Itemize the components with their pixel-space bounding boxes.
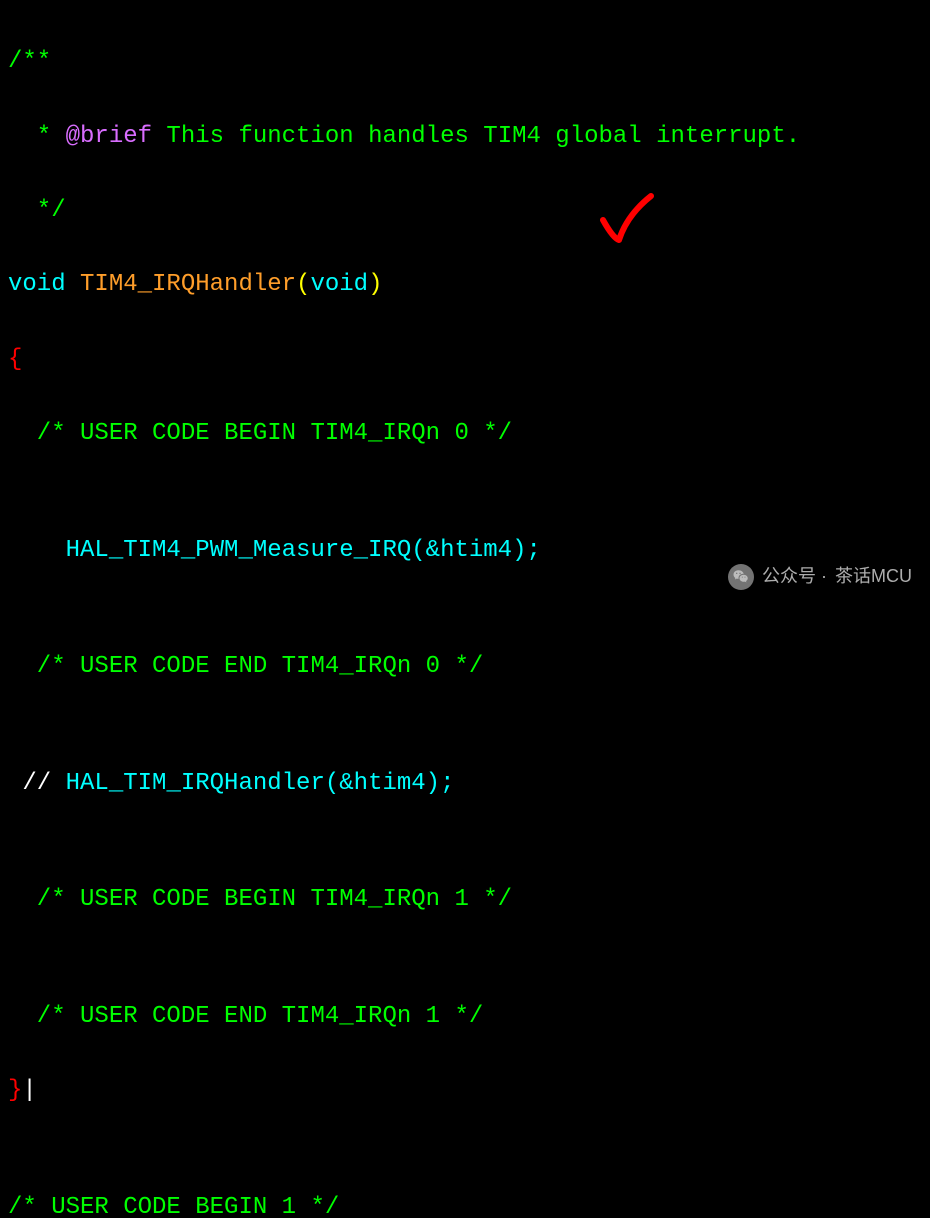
paren: ) bbox=[368, 271, 382, 298]
doxygen-tag: @brief bbox=[66, 123, 152, 150]
keyword: void bbox=[8, 271, 66, 298]
code-line: /** bbox=[8, 43, 922, 80]
blank-line bbox=[8, 1147, 922, 1152]
comment: */ bbox=[8, 197, 66, 224]
code-line: /* USER CODE BEGIN TIM4_IRQn 1 */ bbox=[8, 881, 922, 918]
watermark-name: 茶话MCU bbox=[835, 563, 912, 591]
commented-call: HAL_TIM_IRQHandler(&htim4); bbox=[51, 770, 454, 797]
code-line: * @brief This function handles TIM4 glob… bbox=[8, 118, 922, 155]
indent bbox=[8, 770, 22, 797]
keyword: void bbox=[310, 271, 368, 298]
blank-line bbox=[8, 956, 922, 961]
watermark: 公众号 · 茶话MCU bbox=[728, 563, 912, 591]
watermark-prefix: 公众号 · bbox=[762, 563, 827, 591]
indent bbox=[8, 537, 66, 564]
comment: /** bbox=[8, 48, 51, 75]
code-line: /* USER CODE END TIM4_IRQn 0 */ bbox=[8, 648, 922, 685]
cursor-bar: | bbox=[22, 1077, 36, 1104]
blank-line bbox=[8, 489, 922, 494]
blank-line bbox=[8, 723, 922, 728]
blank-line bbox=[8, 839, 922, 844]
code-line: }| bbox=[8, 1072, 922, 1109]
code-line: */ bbox=[8, 192, 922, 229]
code-block: /** * @brief This function handles TIM4 … bbox=[0, 0, 930, 1218]
function-name: TIM4_IRQHandler bbox=[66, 271, 296, 298]
comment: /* USER CODE END TIM4_IRQn 1 */ bbox=[8, 1003, 483, 1030]
code-line: void TIM4_IRQHandler(void) bbox=[8, 266, 922, 303]
comment: /* USER CODE BEGIN 1 */ bbox=[8, 1194, 339, 1218]
brace-open: { bbox=[8, 346, 22, 373]
brace-close: } bbox=[8, 1077, 22, 1104]
function-call: HAL_TIM4_PWM_Measure_IRQ(&htim4); bbox=[66, 537, 541, 564]
comment-ws: * bbox=[8, 123, 66, 150]
code-line: /* USER CODE BEGIN 1 */ bbox=[8, 1189, 922, 1218]
code-line: /* USER CODE BEGIN TIM4_IRQn 0 */ bbox=[8, 415, 922, 452]
wechat-icon bbox=[728, 564, 754, 590]
comment-text: This function handles TIM4 global interr… bbox=[152, 123, 800, 150]
code-line: { bbox=[8, 341, 922, 378]
code-line: // HAL_TIM_IRQHandler(&htim4); bbox=[8, 765, 922, 802]
comment: /* USER CODE END TIM4_IRQn 0 */ bbox=[8, 653, 483, 680]
code-line: /* USER CODE END TIM4_IRQn 1 */ bbox=[8, 998, 922, 1035]
comment: /* USER CODE BEGIN TIM4_IRQn 0 */ bbox=[8, 420, 512, 447]
paren: ( bbox=[296, 271, 310, 298]
comment: /* USER CODE BEGIN TIM4_IRQn 1 */ bbox=[8, 886, 512, 913]
comment-slash: // bbox=[22, 770, 51, 797]
